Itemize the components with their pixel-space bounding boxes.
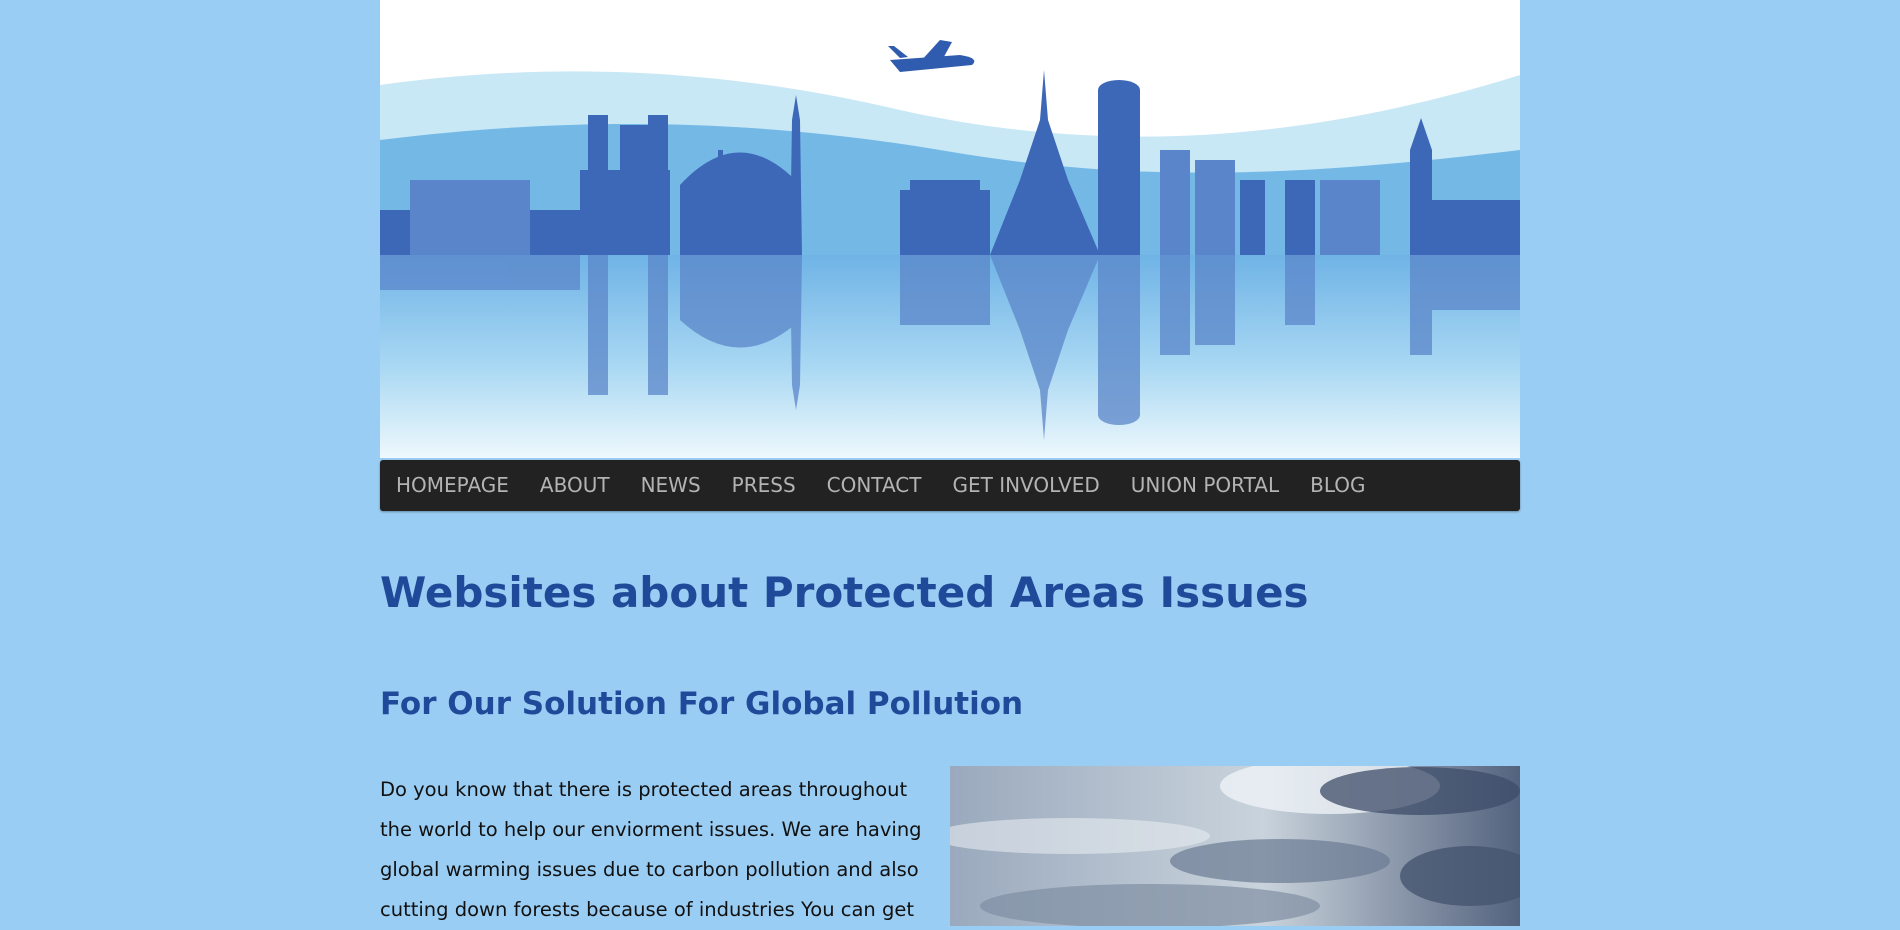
- nav-blog[interactable]: BLOG: [1310, 460, 1365, 511]
- nav-contact[interactable]: CONTACT: [827, 460, 922, 511]
- cloudy-sky-image: [950, 766, 1520, 926]
- city-skyline-illustration: [380, 0, 1520, 458]
- intro-paragraph: Do you know that there is protected area…: [380, 778, 922, 921]
- nav-about[interactable]: ABOUT: [540, 460, 610, 511]
- main-navigation: HOMEPAGE ABOUT NEWS PRESS CONTACT GET IN…: [380, 460, 1520, 511]
- page-title: Websites about Protected Areas Issues: [380, 568, 1309, 617]
- nav-homepage[interactable]: HOMEPAGE: [396, 460, 509, 511]
- nav-news[interactable]: NEWS: [641, 460, 701, 511]
- header-banner: [380, 0, 1520, 458]
- nav-press[interactable]: PRESS: [732, 460, 796, 511]
- nav-union-portal[interactable]: UNION PORTAL: [1131, 460, 1279, 511]
- page-wrapper: HOMEPAGE ABOUT NEWS PRESS CONTACT GET IN…: [380, 0, 1520, 926]
- section-heading: For Our Solution For Global Pollution: [380, 686, 1024, 722]
- nav-get-involved[interactable]: GET INVOLVED: [952, 460, 1099, 511]
